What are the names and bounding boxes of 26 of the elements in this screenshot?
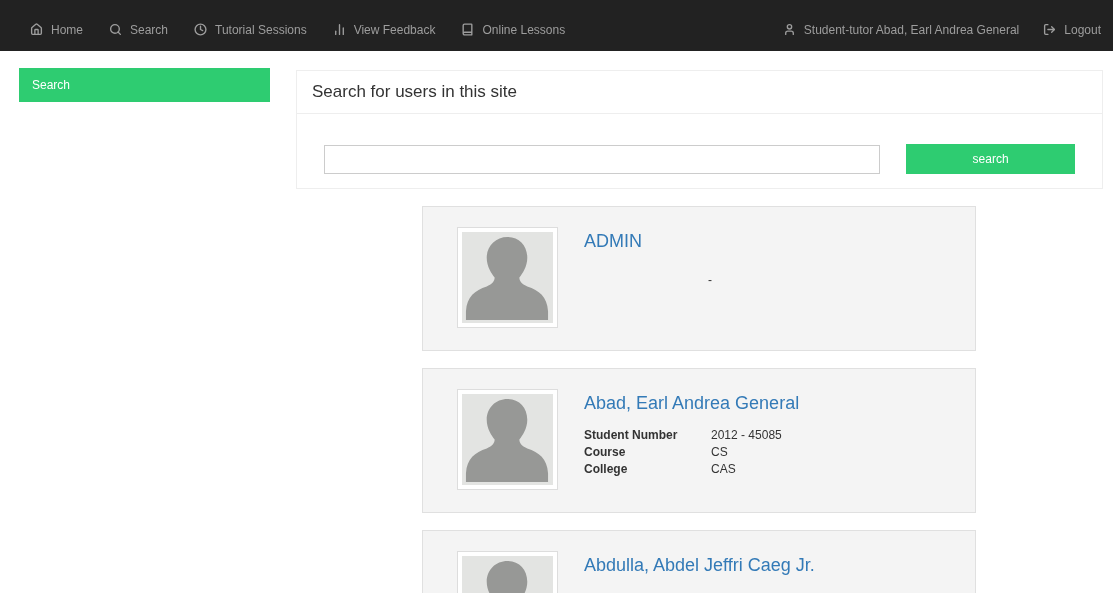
detail-value: CS <box>711 444 729 461</box>
logout-icon <box>1043 23 1057 36</box>
panel-title: Search for users in this site <box>312 81 518 104</box>
bar-chart-icon <box>332 23 346 36</box>
user-subtitle: - <box>708 272 712 289</box>
user-name-link[interactable]: ADMIN <box>584 229 712 253</box>
detail-label: Student Number <box>584 427 679 444</box>
user-name-link[interactable]: Abdulla, Abdel Jeffri Caeg Jr. <box>584 553 815 577</box>
nav-link[interactable]: Tutorial Sessions <box>194 20 307 39</box>
nav-link[interactable]: Search <box>109 20 169 39</box>
detail-label: College <box>584 461 629 478</box>
user-name-link[interactable]: Abad, Earl Andrea General <box>584 391 800 415</box>
nav-link[interactable]: Logout <box>1043 20 1101 39</box>
search-field[interactable] <box>324 144 881 174</box>
nav-link[interactable]: Student-tutor Abad, Earl Andrea General <box>782 20 1020 39</box>
nav-link[interactable]: View Feedback <box>332 20 436 39</box>
house-icon <box>30 23 43 36</box>
user-icon <box>782 23 796 36</box>
detail-value: CAS <box>711 461 737 478</box>
nav-link[interactable]: Online Lessons <box>461 20 566 39</box>
clock-icon <box>194 23 208 36</box>
book-icon <box>461 23 475 36</box>
nav-link[interactable]: Home <box>30 20 83 39</box>
search-icon <box>109 23 122 36</box>
detail-label: Course <box>584 444 627 461</box>
detail-value: 2012 - 45085 <box>711 427 783 444</box>
